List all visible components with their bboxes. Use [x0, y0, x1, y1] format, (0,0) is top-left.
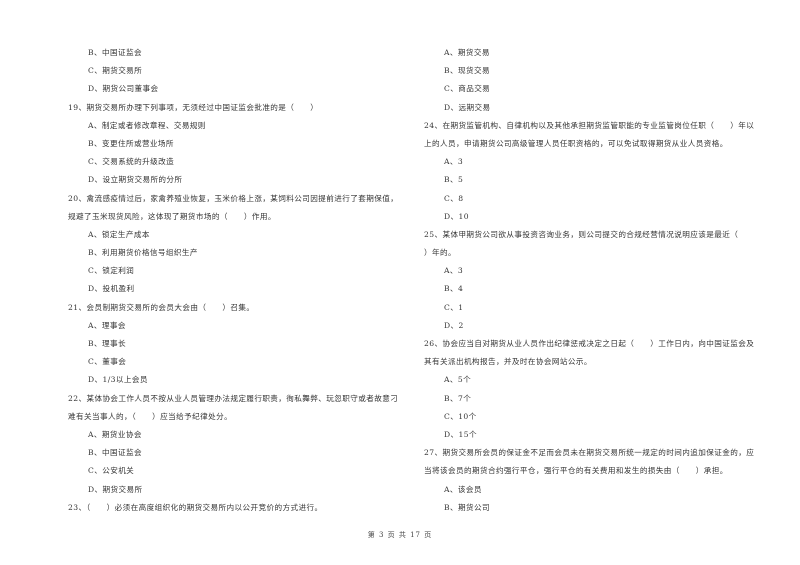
answer-option: A、3 — [444, 157, 464, 167]
answer-option: D、10 — [444, 211, 469, 221]
answer-option: A、理事会 — [88, 320, 126, 330]
answer-option: D、1/3以上会员 — [88, 375, 148, 385]
answer-option: C、董事会 — [88, 357, 127, 367]
question-text: 26、协会应当自对期货从业人员作出纪律惩戒决定之日起（ ）工作日内，向中国证监会… — [424, 339, 755, 348]
left-column: B、中国证监会 C、期货交易所 D、期货公司董事会 19、期货交易所办理下列事项，无须… — [68, 44, 398, 517]
answer-option: C、期货交易所 — [88, 66, 143, 76]
answer-option: A、期货业协会 — [88, 429, 142, 439]
answer-option: A、制定或者修改章程、交易规则 — [88, 120, 206, 130]
question-text: 上的人员，申请期货公司高级管理人员任职资格的，可以免试取得期货从业人员资格。 — [424, 138, 728, 148]
answer-option: B、7个 — [444, 393, 472, 403]
answer-option: A、该会员 — [444, 484, 482, 494]
answer-option: D、设立期货交易所的分所 — [88, 175, 183, 185]
right-column: A、期货交易 B、现货交易 C、商品交易 D、远期交易 24、在期货监管机构、自律机构以… — [424, 44, 769, 517]
answer-option: C、公安机关 — [88, 466, 135, 476]
answer-option: C、10个 — [444, 411, 477, 421]
question-text: 19、期货交易所办理下列事项，无须经过中国证监会批准的是（ ） — [68, 102, 319, 112]
answer-option: B、中国证监会 — [88, 48, 142, 57]
question-text: ）年的。 — [424, 248, 456, 258]
question-text: 27、期货交易所会员的保证金不足而会员未在期货交易所统一规定的时间内追加保证金的… — [424, 448, 755, 458]
question-text: 难有关当事人的，（ ）应当给予纪律处分。 — [68, 411, 233, 421]
answer-option: C、商品交易 — [444, 84, 491, 94]
answer-option: D、期货交易所 — [88, 484, 143, 494]
question-text: 当将该会员的期货合约强行平仓，强行平仓的有关费用和发生的损失由（ ）承担。 — [424, 466, 728, 476]
question-text: 23、（ ）必须在高度组织化的期货交易所内以公开竞价的方式进行。 — [68, 502, 323, 512]
question-text: 规避了玉米现货风险，这体现了期货市场的（ ）作用。 — [68, 211, 276, 221]
answer-option: D、期货公司董事会 — [88, 84, 159, 94]
answer-option: A、5个 — [444, 375, 472, 385]
question-text: 其有关派出机构报告，并及时在协会网站公示。 — [424, 357, 592, 367]
question-text: 20、禽流感疫情过后，家禽养殖业恢复，玉米价格上涨，某饲料公司因提前进行了套期保… — [68, 193, 399, 203]
question-text: 25、某体甲期货公司欲从事投资咨询业务，则公司提交的合规经营情况说明应该是最近（ — [424, 229, 739, 239]
answer-option: A、3 — [444, 266, 464, 276]
page-footer: 第 3 页 共 17 页 — [367, 531, 433, 539]
answer-option: B、4 — [444, 284, 464, 294]
answer-option: C、交易系统的升级改造 — [88, 157, 175, 167]
answer-option: A、锁定生产成本 — [88, 229, 150, 239]
question-text: 21、会员制期货交易所的会员大会由（ ）召集。 — [68, 302, 255, 312]
answer-option: B、5 — [444, 175, 464, 185]
answer-option: B、期货公司 — [444, 502, 490, 512]
answer-option: C、1 — [444, 302, 464, 312]
answer-option: B、利用期货价格信号组织生产 — [88, 248, 198, 258]
answer-option: C、8 — [444, 193, 464, 203]
question-text: 22、某体协会工作人员不按从业人员管理办法规定履行职责，徇私舞弊、玩忽职守或者故… — [68, 393, 399, 403]
answer-option: D、2 — [444, 320, 464, 330]
question-text: 24、在期货监管机构、自律机构以及其他承担期货监管职能的专业监管岗位任职（ ）年… — [424, 120, 755, 130]
answer-option: D、远期交易 — [444, 102, 491, 112]
answer-option: B、变更住所或营业场所 — [88, 138, 174, 148]
answer-option: B、理事长 — [88, 339, 126, 348]
answer-option: B、中国证监会 — [88, 448, 142, 458]
answer-option: A、期货交易 — [444, 48, 490, 57]
answer-option: D、15个 — [444, 429, 477, 439]
answer-option: B、现货交易 — [444, 66, 490, 76]
answer-option: D、投机盈利 — [88, 284, 135, 294]
answer-option: C、锁定利润 — [88, 266, 135, 276]
